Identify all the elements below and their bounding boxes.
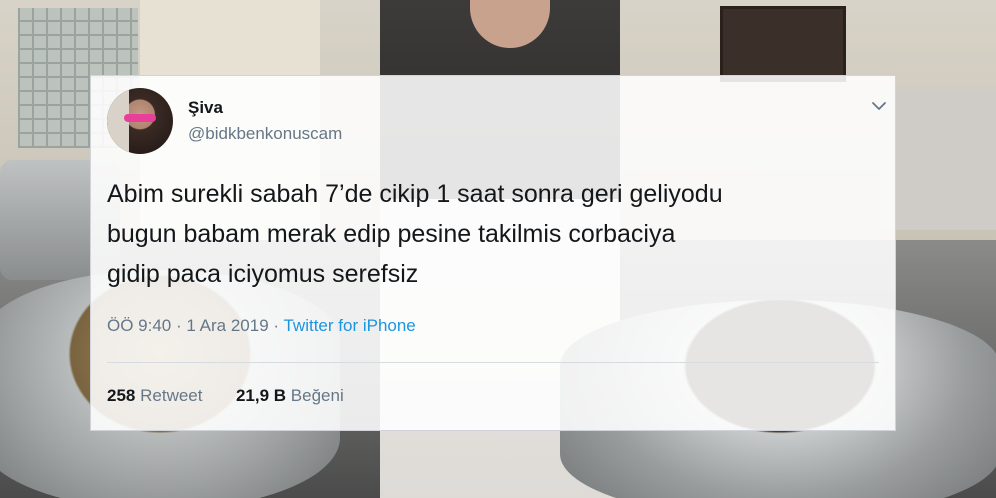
like-stat[interactable]: 21,9 B Beğeni [236, 386, 344, 405]
retweet-count: 258 [107, 386, 136, 405]
notice-board [720, 6, 846, 82]
meta-separator: · [273, 316, 280, 335]
retweet-stat[interactable]: 258 Retweet [107, 386, 207, 405]
avatar-glasses [124, 114, 156, 122]
tweet-text: Abim surekli sabah 7’de cikip 1 saat son… [107, 180, 723, 288]
tweet-time[interactable]: ÖÖ 9:40 [107, 316, 171, 335]
tweet-date[interactable]: 1 Ara 2019 [186, 316, 268, 335]
meta-separator: · [176, 316, 182, 335]
like-label: Beğeni [290, 386, 344, 405]
user-handle[interactable]: @bidkbenkonuscam [188, 124, 342, 144]
tweet-source-link[interactable]: Twitter for iPhone [283, 316, 415, 335]
divider [107, 362, 879, 363]
retweet-label: Retweet [140, 386, 203, 405]
shelf [880, 90, 996, 230]
tweet-stats: 258 Retweet 21,9 B Beğeni [107, 386, 344, 406]
tweet-card: Şiva @bidkbenkonuscam Abim surekli sabah… [90, 75, 896, 431]
avatar[interactable] [107, 88, 173, 154]
like-count: 21,9 B [235, 386, 287, 405]
tweet-meta: ÖÖ 9:40 · 1 Ara 2019 · Twitter for iPhon… [107, 316, 416, 336]
chevron-down-icon[interactable] [869, 96, 889, 116]
display-name[interactable]: Şiva [188, 98, 223, 118]
